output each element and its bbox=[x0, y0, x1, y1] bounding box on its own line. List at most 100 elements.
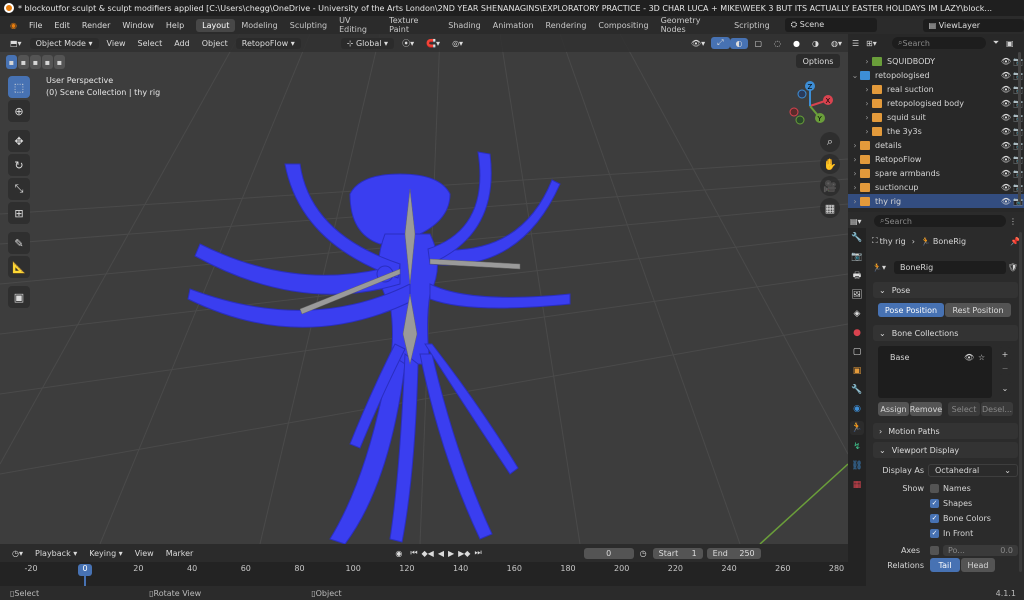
viewport-display-panel-header[interactable]: ⌄ Viewport Display bbox=[873, 442, 1018, 458]
tab-sculpting[interactable]: Sculpting bbox=[284, 19, 333, 32]
viewport-menu-add[interactable]: Add bbox=[168, 38, 196, 49]
outliner-row-object-spare-armbands[interactable]: ›spare armbands👁📷 bbox=[848, 166, 1024, 180]
disclosure-icon[interactable]: › bbox=[850, 141, 860, 150]
view-layer-tab-icon[interactable]: 🖼 bbox=[850, 288, 864, 302]
tab-geometry-nodes[interactable]: Geometry Nodes bbox=[655, 14, 729, 36]
cursor-tool-icon[interactable]: ⊕ bbox=[8, 100, 30, 122]
axes-position-field[interactable]: Po... 0.0 bbox=[943, 544, 1018, 556]
display-mode-icon[interactable]: ⊞▾ bbox=[866, 39, 892, 48]
visibility-icon[interactable]: 👁▾ bbox=[685, 38, 711, 49]
remove-icon[interactable]: − bbox=[999, 361, 1011, 375]
outliner-row-object-real-suction[interactable]: ›real suction👁📷 bbox=[848, 82, 1024, 96]
viewport-canvas[interactable] bbox=[0, 34, 848, 544]
rest-position-button[interactable]: Rest Position bbox=[945, 303, 1011, 317]
display-as-dropdown[interactable]: Octahedral ⌄ bbox=[928, 463, 1018, 477]
tab-layout[interactable]: Layout bbox=[196, 18, 236, 32]
3d-viewport[interactable]: ⬚ ⊕ ✥ ↻ ⤡ ⊞ ✎ 📐 ▣ User Perspective (0) S… bbox=[0, 34, 848, 544]
blender-menu-icon[interactable]: ◉ bbox=[4, 21, 23, 30]
eye-icon[interactable]: 👁 bbox=[1000, 127, 1012, 136]
options-button[interactable]: Options bbox=[796, 54, 840, 68]
pose-panel-header[interactable]: ⌄ Pose bbox=[873, 282, 1018, 298]
disclosure-icon[interactable]: › bbox=[850, 169, 860, 178]
select-box-tool-icon[interactable]: ⬚ bbox=[8, 76, 30, 98]
move-tool-icon[interactable]: ✥ bbox=[8, 130, 30, 152]
disclosure-icon[interactable]: › bbox=[862, 127, 872, 136]
select-extend-icon[interactable]: ▪ bbox=[18, 55, 29, 69]
outliner-row-object-squid-suit[interactable]: ›squid suit👁📷 bbox=[848, 110, 1024, 124]
menu-help[interactable]: Help bbox=[160, 21, 190, 30]
outliner-scrollbar[interactable] bbox=[1018, 52, 1021, 202]
menu-render[interactable]: Render bbox=[76, 21, 116, 30]
properties-search[interactable]: ⌕ Search bbox=[874, 215, 1006, 227]
motion-paths-panel-header[interactable]: › Motion Paths bbox=[873, 423, 1018, 439]
physics-tab-icon[interactable]: ◉ bbox=[850, 402, 864, 416]
outliner-row-object-details[interactable]: ›details👁📷 bbox=[848, 138, 1024, 152]
modifier-tab-icon[interactable]: 🔧 bbox=[850, 383, 864, 397]
select-intersect-icon[interactable]: ▪ bbox=[54, 55, 65, 69]
mode-selector[interactable]: Object Mode ▾ bbox=[29, 37, 99, 49]
end-frame-field[interactable]: End 250 bbox=[706, 547, 761, 559]
menu-window[interactable]: Window bbox=[116, 21, 160, 30]
eye-icon[interactable]: 👁 bbox=[1000, 155, 1012, 164]
retopoflow-menu[interactable]: RetopoFlow ▾ bbox=[235, 37, 301, 49]
bone-collection-item[interactable]: Base 👁 ☆ bbox=[878, 350, 992, 364]
eye-icon[interactable]: 👁 bbox=[1000, 71, 1012, 80]
outliner-row-object-suctioncup[interactable]: ›suctioncup👁📷 bbox=[848, 180, 1024, 194]
add-cube-tool-icon[interactable]: ▣ bbox=[8, 286, 30, 308]
outliner-search[interactable]: ⌕ Search bbox=[892, 37, 986, 49]
disclosure-icon[interactable]: › bbox=[862, 57, 872, 66]
eye-icon[interactable]: 👁 bbox=[1000, 113, 1012, 122]
transform-tool-icon[interactable]: ⊞ bbox=[8, 202, 30, 224]
armature-data-tab-icon[interactable]: 🏃 bbox=[850, 421, 864, 435]
tail-button[interactable]: Tail bbox=[930, 558, 960, 572]
bone-colors-checkbox[interactable]: ✓ bbox=[930, 513, 939, 523]
bone-collections-panel-header[interactable]: ⌄ Bone Collections bbox=[873, 325, 1018, 341]
disclosure-icon[interactable]: ⌄ bbox=[850, 71, 860, 80]
tab-animation[interactable]: Animation bbox=[487, 19, 540, 32]
timeline-menu-view[interactable]: View bbox=[129, 549, 160, 558]
jump-start-icon[interactable]: ⏮ bbox=[408, 548, 419, 558]
filter-icon[interactable]: ⏷ bbox=[986, 38, 1006, 48]
outliner-row-object-the-3y3s[interactable]: ›the 3y3s👁📷 bbox=[848, 124, 1024, 138]
orthographic-grid-icon[interactable]: ▦ bbox=[820, 198, 840, 218]
tab-modeling[interactable]: Modeling bbox=[235, 19, 283, 32]
properties-options-icon[interactable]: ⋮ bbox=[1006, 217, 1020, 226]
select-subtract-icon[interactable]: ▪ bbox=[30, 55, 41, 69]
eye-icon[interactable]: 👁 bbox=[1000, 99, 1012, 108]
viewport-menu-object[interactable]: Object bbox=[196, 38, 234, 49]
axes-checkbox[interactable] bbox=[930, 545, 939, 555]
tab-compositing[interactable]: Compositing bbox=[592, 19, 654, 32]
scale-tool-icon[interactable]: ⤡ bbox=[8, 178, 30, 200]
names-checkbox[interactable] bbox=[930, 483, 939, 493]
prev-keyframe-icon[interactable]: ◆◀ bbox=[420, 549, 436, 558]
pose-position-button[interactable]: Pose Position bbox=[878, 303, 944, 317]
material-shading-icon[interactable]: ◑ bbox=[806, 38, 825, 49]
chevron-down-icon[interactable]: ⌄ bbox=[999, 381, 1011, 395]
proportional-edit-icon[interactable]: ◎▾ bbox=[446, 38, 469, 49]
tab-texture-paint[interactable]: Texture Paint bbox=[383, 14, 442, 36]
camera-view-icon[interactable]: 🎥 bbox=[820, 176, 840, 196]
select-new-icon[interactable]: ▪ bbox=[6, 55, 17, 69]
pan-hand-icon[interactable]: ✋ bbox=[820, 154, 840, 174]
timeline-editor-icon[interactable]: ◷▾ bbox=[6, 549, 29, 558]
outliner-editor-icon[interactable]: ☰ bbox=[852, 39, 866, 48]
play-icon[interactable]: ▶ bbox=[446, 549, 456, 558]
tab-rendering[interactable]: Rendering bbox=[540, 19, 593, 32]
timeline-area[interactable]: -20 0 20 40 60 80 100 120 140 160 180 200 220 240 260 2… bbox=[0, 562, 848, 586]
menu-edit[interactable]: Edit bbox=[48, 21, 76, 30]
assign-button[interactable]: Assign bbox=[878, 402, 909, 416]
eye-icon[interactable]: 👁 bbox=[964, 353, 978, 362]
outliner-row-collection-retopologised[interactable]: ⌄retopologised👁📷 bbox=[848, 68, 1024, 82]
scene-tab-icon[interactable]: ◈ bbox=[850, 307, 864, 321]
scene-selector[interactable]: ⛭ Scene bbox=[784, 18, 878, 32]
fake-user-icon[interactable]: 🛡 bbox=[1006, 263, 1020, 272]
start-frame-field[interactable]: Start 1 bbox=[652, 547, 703, 559]
eye-icon[interactable]: 👁 bbox=[1000, 169, 1012, 178]
zoom-icon[interactable]: ⌕ bbox=[820, 132, 840, 152]
disclosure-icon[interactable]: › bbox=[850, 183, 860, 192]
select-button[interactable]: Select bbox=[948, 402, 980, 416]
world-tab-icon[interactable]: ● bbox=[850, 326, 864, 340]
editor-type-icon[interactable]: ⬒▾ bbox=[4, 38, 28, 49]
solo-star-icon[interactable]: ☆ bbox=[978, 353, 992, 362]
record-icon[interactable]: ◉ bbox=[389, 549, 408, 558]
